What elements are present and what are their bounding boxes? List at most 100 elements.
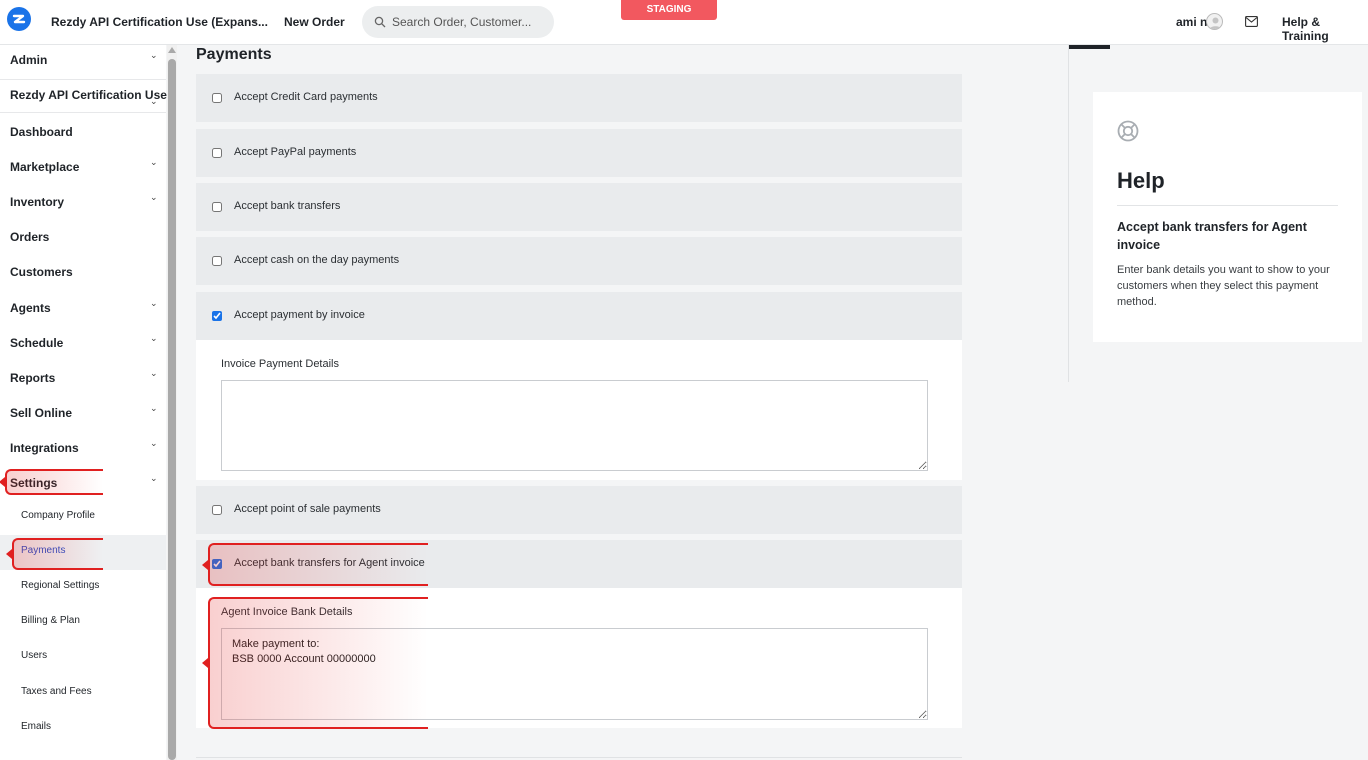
sidebar-item-label: Schedule <box>10 336 64 350</box>
option-bank-transfers: Accept bank transfers <box>196 183 962 231</box>
chevron-down-icon: ⌄ <box>150 473 158 483</box>
invoice-checkbox[interactable] <box>212 311 222 321</box>
search-icon <box>374 16 386 28</box>
sidebar-item-integrations[interactable]: Integrations ⌄ <box>0 433 166 468</box>
sidebar-subitem-emails[interactable]: Emails <box>0 711 166 746</box>
help-divider <box>1068 45 1069 382</box>
sidebar-item-label: Customers <box>10 265 73 279</box>
point-of-sale-checkbox[interactable] <box>212 505 222 515</box>
chevron-down-icon: ⌄ <box>150 50 158 60</box>
sidebar: Admin ⌄ Rezdy API Certification Use ⌄ Da… <box>0 45 167 760</box>
sidebar-item-reports[interactable]: Reports ⌄ <box>0 363 166 398</box>
top-bar: Rezdy API Certification Use (Expans... ⌄… <box>0 0 1368 45</box>
sidebar-subitem-label: Payments <box>21 545 66 556</box>
paypal-checkbox[interactable] <box>212 148 222 158</box>
agent-details-label: Agent Invoice Bank Details <box>221 606 353 618</box>
sidebar-item-admin[interactable]: Admin ⌄ <box>0 45 166 80</box>
divider <box>0 112 166 113</box>
help-panel: Help Accept bank transfers for Agent inv… <box>1093 92 1362 342</box>
sidebar-item-label: Agents <box>10 301 51 315</box>
chevron-down-icon[interactable]: ⌄ <box>251 14 259 25</box>
sidebar-item-label: Sell Online <box>10 406 73 420</box>
sidebar-item-label: Orders <box>10 230 50 244</box>
sidebar-subitem-users[interactable]: Users <box>0 640 166 675</box>
search-input[interactable] <box>392 14 542 30</box>
help-tab-indicator <box>1069 45 1110 49</box>
chevron-down-icon: ⌄ <box>150 333 158 343</box>
sidebar-subitem-label: Emails <box>21 721 52 732</box>
bank-transfers-checkbox[interactable] <box>212 202 222 212</box>
invoice-details-section: Invoice Payment Details <box>196 340 962 480</box>
option-invoice: Accept payment by invoice <box>196 292 962 340</box>
staging-badge: STAGING <box>621 0 717 20</box>
option-cash-on-day: Accept cash on the day payments <box>196 237 962 285</box>
sidebar-scrollbar[interactable] <box>167 45 177 760</box>
option-label: Accept bank transfers <box>234 200 341 212</box>
sidebar-item-label: Admin <box>10 53 48 67</box>
option-label: Accept PayPal payments <box>234 146 357 158</box>
agent-bank-transfers-checkbox[interactable] <box>212 559 222 569</box>
account-switcher[interactable]: Rezdy API Certification Use (Expans... <box>51 15 268 29</box>
sidebar-item-label: Integrations <box>10 441 79 455</box>
option-point-of-sale: Accept point of sale payments <box>196 486 962 534</box>
chevron-down-icon: ⌄ <box>150 403 158 413</box>
chevron-down-icon: ⌄ <box>150 298 158 308</box>
sidebar-item-agents[interactable]: Agents ⌄ <box>0 293 166 328</box>
sidebar-subitem-company-profile[interactable]: Company Profile <box>0 500 166 535</box>
chevron-down-icon: ⌄ <box>150 96 158 106</box>
sidebar-item-label: Settings <box>10 476 58 490</box>
sidebar-item-account[interactable]: Rezdy API Certification Use ⌄ <box>0 80 167 115</box>
divider <box>1117 205 1338 206</box>
help-training-link[interactable]: Help & Training <box>1282 15 1368 43</box>
help-body: Enter bank details you want to show to y… <box>1117 264 1330 308</box>
sidebar-subitem-regional-settings[interactable]: Regional Settings <box>0 570 166 605</box>
sidebar-item-label: Dashboard <box>10 125 73 139</box>
help-title: Help <box>1117 168 1165 193</box>
sidebar-subitem-payments[interactable]: Payments <box>0 535 166 570</box>
sidebar-item-settings[interactable]: Settings ⌄ <box>0 468 166 503</box>
chevron-down-icon: ⌄ <box>150 438 158 448</box>
sidebar-item-inventory[interactable]: Inventory ⌄ <box>0 187 166 222</box>
credit-card-checkbox[interactable] <box>212 93 222 103</box>
sidebar-subitem-label: Users <box>21 650 48 661</box>
option-agent-bank-transfers: Accept bank transfers for Agent invoice <box>196 540 962 588</box>
option-label: Accept point of sale payments <box>234 503 381 515</box>
sidebar-item-sell-online[interactable]: Sell Online ⌄ <box>0 398 166 433</box>
cash-on-day-checkbox[interactable] <box>212 256 222 266</box>
chevron-down-icon: ⌄ <box>150 368 158 378</box>
sidebar-item-dashboard[interactable]: Dashboard <box>0 117 166 152</box>
chevron-down-icon: ⌄ <box>150 157 158 167</box>
sidebar-item-marketplace[interactable]: Marketplace ⌄ <box>0 152 166 187</box>
sidebar-subitem-taxes-fees[interactable]: Taxes and Fees <box>0 676 166 711</box>
avatar[interactable] <box>1206 13 1223 30</box>
scroll-up-icon[interactable] <box>168 47 176 53</box>
sidebar-item-label: Reports <box>10 371 56 385</box>
sidebar-subitem-label: Billing & Plan <box>21 615 80 626</box>
new-order-button[interactable]: New Order <box>284 15 345 29</box>
sidebar-item-label: Inventory <box>10 195 65 209</box>
divider <box>196 757 962 758</box>
chevron-down-icon: ⌄ <box>150 192 158 202</box>
lifebuoy-icon <box>1117 120 1139 142</box>
search-bar[interactable] <box>362 6 554 38</box>
sidebar-subitem-label: Regional Settings <box>21 580 100 591</box>
sidebar-item-label: Marketplace <box>10 160 80 174</box>
option-label: Accept cash on the day payments <box>234 254 400 266</box>
sidebar-item-orders[interactable]: Orders <box>0 222 166 257</box>
page-title: Payments <box>196 46 272 63</box>
scrollbar-thumb[interactable] <box>168 59 176 760</box>
mail-icon[interactable] <box>1245 16 1258 27</box>
sidebar-item-schedule[interactable]: Schedule ⌄ <box>0 328 166 363</box>
agent-details-section: Agent Invoice Bank Details <box>196 588 962 728</box>
sidebar-item-customers[interactable]: Customers <box>0 257 166 292</box>
user-menu[interactable]: ami n <box>1176 15 1207 29</box>
option-paypal: Accept PayPal payments <box>196 129 962 177</box>
option-label: Accept Credit Card payments <box>234 91 378 103</box>
invoice-details-textarea[interactable] <box>221 380 928 471</box>
rezdy-logo-icon[interactable] <box>7 7 31 31</box>
agent-details-textarea[interactable] <box>221 628 928 720</box>
option-label: Accept payment by invoice <box>234 309 365 321</box>
option-credit-card: Accept Credit Card payments <box>196 74 962 122</box>
help-subtitle: Accept bank transfers for Agent invoice <box>1117 220 1307 252</box>
sidebar-subitem-billing-plan[interactable]: Billing & Plan <box>0 605 166 640</box>
